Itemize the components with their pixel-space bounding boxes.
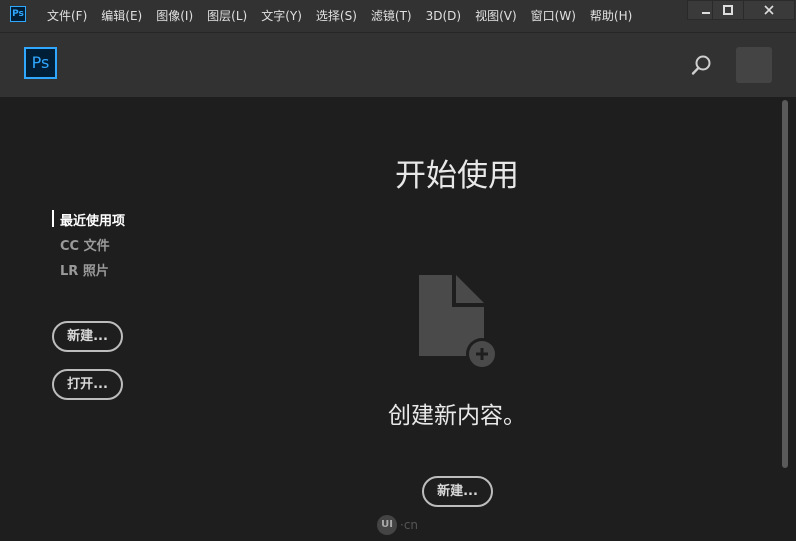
search-icon[interactable] bbox=[690, 53, 714, 77]
header: Ps bbox=[0, 33, 796, 97]
new-document-icon[interactable] bbox=[418, 274, 498, 368]
app-icon: Ps bbox=[10, 6, 26, 22]
watermark-text: ·cn bbox=[400, 518, 419, 532]
menu-edit[interactable]: 编辑(E) bbox=[94, 0, 149, 32]
minimize-icon bbox=[701, 12, 710, 14]
menu-help[interactable]: 帮助(H) bbox=[583, 0, 639, 32]
create-new-text: 创建新内容。 bbox=[388, 403, 526, 429]
page-title: 开始使用 bbox=[395, 158, 519, 194]
menu-view[interactable]: 视图(V) bbox=[468, 0, 524, 32]
avatar[interactable] bbox=[736, 47, 772, 83]
menu-bar: Ps 文件(F) 编辑(E) 图像(I) 图层(L) 文字(Y) 选择(S) 滤… bbox=[0, 0, 796, 33]
menu-window[interactable]: 窗口(W) bbox=[524, 0, 583, 32]
maximize-icon bbox=[723, 5, 733, 15]
watermark-logo: UI bbox=[377, 515, 397, 535]
close-icon bbox=[764, 5, 774, 15]
sidebar-open-button[interactable]: 打开... bbox=[52, 369, 123, 400]
new-button[interactable]: 新建... bbox=[422, 476, 493, 507]
sidebar-item-recent[interactable]: 最近使用项 bbox=[60, 210, 125, 229]
menu-image[interactable]: 图像(I) bbox=[149, 0, 200, 32]
active-indicator bbox=[52, 210, 54, 227]
sidebar-item-cc-files[interactable]: CC 文件 bbox=[60, 235, 110, 254]
menu-select[interactable]: 选择(S) bbox=[309, 0, 364, 32]
menu-type[interactable]: 文字(Y) bbox=[254, 0, 309, 32]
watermark: UI ·cn bbox=[377, 515, 418, 535]
scrollbar[interactable] bbox=[782, 100, 788, 468]
menu-3d[interactable]: 3D(D) bbox=[419, 0, 468, 32]
sidebar-new-button[interactable]: 新建... bbox=[52, 321, 123, 352]
menu-file[interactable]: 文件(F) bbox=[40, 0, 94, 32]
ps-logo: Ps bbox=[24, 47, 57, 79]
menu-items: 文件(F) 编辑(E) 图像(I) 图层(L) 文字(Y) 选择(S) 滤镜(T… bbox=[40, 0, 639, 32]
maximize-button[interactable] bbox=[712, 0, 744, 20]
menu-filter[interactable]: 滤镜(T) bbox=[364, 0, 419, 32]
sidebar-item-lr-photos[interactable]: LR 照片 bbox=[60, 260, 109, 279]
close-button[interactable] bbox=[743, 0, 795, 20]
menu-layer[interactable]: 图层(L) bbox=[200, 0, 254, 32]
